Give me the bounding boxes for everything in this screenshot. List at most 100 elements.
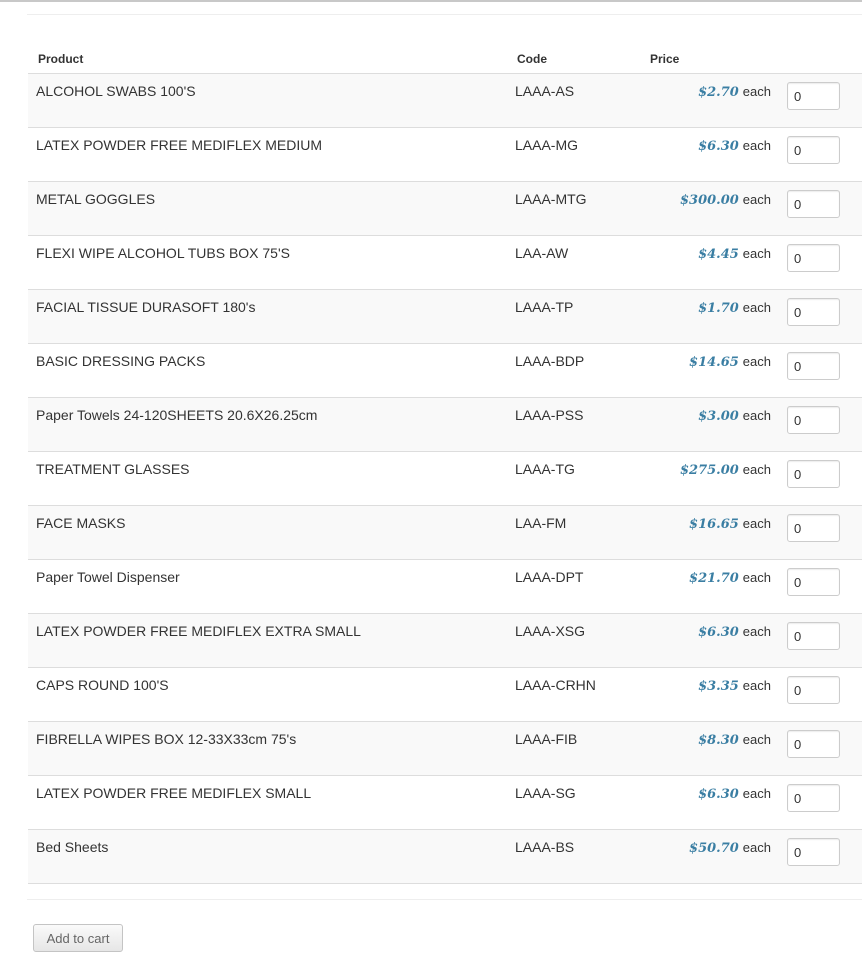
price-amount: $300.00 <box>679 193 739 208</box>
price-unit: each <box>742 570 771 585</box>
product-code: LAAA-CRHN <box>515 677 596 693</box>
table-row: FACE MASKS LAA-FM $16.65 each <box>28 506 862 560</box>
product-code: LAAA-TP <box>515 299 574 315</box>
table-row: FLEXI WIPE ALCOHOL TUBS BOX 75'S LAA-AW … <box>28 236 862 290</box>
price-amount: $2.70 <box>698 85 739 100</box>
quantity-input[interactable] <box>787 82 840 110</box>
table-header: Product Code Price <box>28 44 862 74</box>
product-name: LATEX POWDER FREE MEDIFLEX MEDIUM <box>36 137 322 153</box>
table-row: LATEX POWDER FREE MEDIFLEX SMALL LAAA-SG… <box>28 776 862 830</box>
product-name: METAL GOGGLES <box>36 191 156 207</box>
product-code: LAAA-MTG <box>515 191 587 207</box>
price-unit: each <box>742 192 771 207</box>
price-unit: each <box>742 732 771 747</box>
product-price: $16.65 each <box>689 515 771 532</box>
product-price: $8.30 each <box>698 731 771 748</box>
price-unit: each <box>742 84 771 99</box>
product-name: CAPS ROUND 100'S <box>36 677 169 693</box>
table-row: Paper Towel Dispenser LAAA-DPT $21.70 eac… <box>28 560 862 614</box>
price-amount: $14.65 <box>689 355 739 370</box>
price-unit: each <box>742 246 771 261</box>
price-amount: $3.35 <box>698 679 739 694</box>
product-price: $1.70 each <box>698 299 771 316</box>
header-code: Code <box>517 52 547 66</box>
table-row: METAL GOGGLES LAAA-MTG $300.00 each <box>28 182 862 236</box>
top-divider <box>0 0 862 2</box>
price-unit: each <box>742 138 771 153</box>
product-code: LAAA-PSS <box>515 407 584 423</box>
quantity-input[interactable] <box>787 190 840 218</box>
price-unit: each <box>742 786 771 801</box>
price-amount: $6.30 <box>698 625 739 640</box>
quantity-input[interactable] <box>787 298 840 326</box>
product-table: Product Code Price ALCOHOL SWABS 100'S L… <box>28 44 862 884</box>
quantity-input[interactable] <box>787 352 840 380</box>
price-amount: $21.70 <box>689 571 739 586</box>
product-price: $4.45 each <box>698 245 771 262</box>
price-amount: $50.70 <box>689 841 739 856</box>
product-price: $300.00 each <box>680 191 771 208</box>
quantity-input[interactable] <box>787 568 840 596</box>
product-price: $14.65 each <box>689 353 771 370</box>
product-code: LAAA-SG <box>515 785 576 801</box>
quantity-input[interactable] <box>787 838 840 866</box>
section-divider <box>27 899 862 900</box>
price-unit: each <box>742 624 771 639</box>
product-code: LAAA-XSG <box>515 623 586 639</box>
price-amount: $3.00 <box>698 409 739 424</box>
table-row: BASIC DRESSING PACKS LAAA-BDP $14.65 each <box>28 344 862 398</box>
product-code: LAA-AW <box>515 245 569 261</box>
product-price: $6.30 each <box>698 623 771 640</box>
header-product: Product <box>38 52 84 66</box>
price-amount: $6.30 <box>698 787 739 802</box>
product-price: $3.35 each <box>698 677 771 694</box>
table-row: LATEX POWDER FREE MEDIFLEX EXTRA SMALL L… <box>28 614 862 668</box>
quantity-input[interactable] <box>787 406 840 434</box>
product-name: FACIAL TISSUE DURASOFT 180's <box>36 299 256 315</box>
product-price: $50.70 each <box>689 839 771 856</box>
price-amount: $8.30 <box>698 733 739 748</box>
product-code: LAAA-FIB <box>515 731 578 747</box>
price-unit: each <box>742 678 771 693</box>
product-name: TREATMENT GLASSES <box>36 461 190 477</box>
product-name: Bed Sheets <box>36 839 109 855</box>
quantity-input[interactable] <box>787 730 840 758</box>
section-divider <box>27 14 862 15</box>
price-amount: $16.65 <box>689 517 739 532</box>
table-row: Bed Sheets LAAA-BS $50.70 each <box>28 830 862 884</box>
product-name: FLEXI WIPE ALCOHOL TUBS BOX 75'S <box>36 245 290 261</box>
price-amount: $6.30 <box>698 139 739 154</box>
price-amount: $275.00 <box>679 463 739 478</box>
table-row: TREATMENT GLASSES LAAA-TG $275.00 each <box>28 452 862 506</box>
quantity-input[interactable] <box>787 676 840 704</box>
product-price: $3.00 each <box>698 407 771 424</box>
quantity-input[interactable] <box>787 622 840 650</box>
product-name: BASIC DRESSING PACKS <box>36 353 206 369</box>
price-unit: each <box>742 516 771 531</box>
add-to-cart-button[interactable]: Add to cart <box>33 924 123 952</box>
price-unit: each <box>742 300 771 315</box>
product-price: $6.30 each <box>698 137 771 154</box>
price-amount: $1.70 <box>698 301 739 316</box>
price-unit: each <box>742 354 771 369</box>
product-price: $21.70 each <box>689 569 771 586</box>
quantity-input[interactable] <box>787 136 840 164</box>
quantity-input[interactable] <box>787 244 840 272</box>
table-row: LATEX POWDER FREE MEDIFLEX MEDIUM LAAA-M… <box>28 128 862 182</box>
product-name: ALCOHOL SWABS 100'S <box>36 83 196 99</box>
quantity-input[interactable] <box>787 784 840 812</box>
product-price: $6.30 each <box>698 785 771 802</box>
price-amount: $4.45 <box>698 247 739 262</box>
product-code: LAAA-AS <box>515 83 575 99</box>
table-row: Paper Towels 24-120SHEETS 20.6X26.25cm L… <box>28 398 862 452</box>
product-code: LAAA-BS <box>515 839 575 855</box>
product-name: LATEX POWDER FREE MEDIFLEX EXTRA SMALL <box>36 623 361 639</box>
product-price: $2.70 each <box>698 83 771 100</box>
product-code: LAAA-BDP <box>515 353 585 369</box>
price-unit: each <box>742 462 771 477</box>
quantity-input[interactable] <box>787 460 840 488</box>
product-code: LAA-FM <box>515 515 567 531</box>
product-name: Paper Towel Dispenser <box>36 569 180 585</box>
product-code: LAAA-TG <box>515 461 575 477</box>
quantity-input[interactable] <box>787 514 840 542</box>
